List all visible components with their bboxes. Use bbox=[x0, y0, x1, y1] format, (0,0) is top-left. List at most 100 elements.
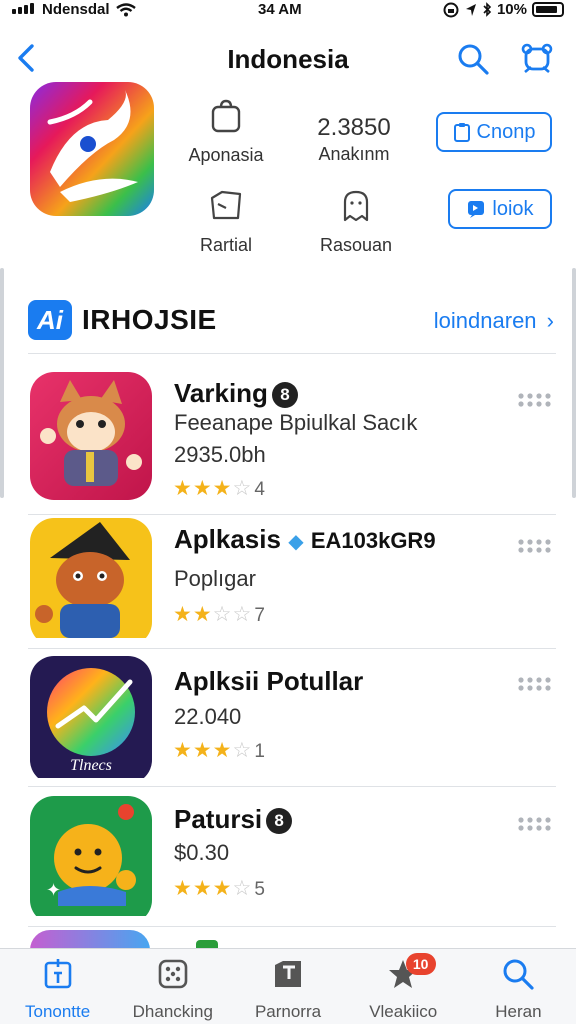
wifi-icon bbox=[115, 2, 136, 16]
more-options-icon[interactable] bbox=[518, 816, 552, 832]
more-options-icon[interactable] bbox=[518, 392, 552, 408]
app-name-text: Patursi bbox=[174, 804, 263, 834]
bag-icon bbox=[211, 99, 241, 133]
tab-bar: Tonontte Dhancking Parnorra Vleakiico 10… bbox=[0, 948, 576, 1024]
clipboard-icon bbox=[453, 123, 470, 142]
battery-icon bbox=[532, 2, 564, 17]
see-all-label: loindnaren bbox=[433, 308, 537, 333]
star-rating: ★★★☆ 1 bbox=[173, 739, 266, 762]
partial-app-icon bbox=[30, 930, 150, 950]
share-button-label: loiok bbox=[492, 197, 534, 220]
app-name-text: Aplksii Potullar bbox=[174, 666, 364, 696]
meta-downloads: 2.3850 Anakınm bbox=[304, 114, 404, 165]
rating-count: 4 bbox=[254, 479, 266, 500]
app-badge: 8 bbox=[266, 808, 293, 835]
signal-icon bbox=[12, 1, 36, 18]
app-badge: 8 bbox=[271, 382, 298, 409]
meta-rating-label: Rartial bbox=[199, 235, 252, 255]
gem-icon: ◆ bbox=[288, 531, 304, 553]
notification-badge: 10 bbox=[405, 953, 436, 975]
app-name: Varking 8 bbox=[174, 378, 298, 409]
ghost-icon bbox=[343, 190, 369, 222]
divider bbox=[28, 514, 556, 515]
app-tag: EA103kGR9 bbox=[310, 528, 436, 553]
search-icon bbox=[503, 959, 535, 990]
app-row[interactable]: Tlnecs Aplksii Potullar 22.040 ★★★☆ 1 bbox=[30, 656, 556, 786]
meta-category: Aponasia bbox=[178, 98, 274, 166]
star-rating: ★★☆☆ 7 bbox=[173, 603, 266, 626]
app-row[interactable]: Varking 8 Feeanape Bpiulkal Sacık 2935.0b… bbox=[30, 372, 556, 502]
section-logo: Ai bbox=[28, 300, 72, 340]
more-options-icon[interactable] bbox=[518, 538, 552, 554]
featured-app-icon[interactable] bbox=[30, 82, 154, 216]
app-row[interactable]: Aplkasis ◆ EA103kGR9 Poplıgar ★★☆☆ 7 bbox=[30, 518, 556, 648]
clock: 34 AM bbox=[258, 1, 302, 18]
section-header: Ai IRHOJSIE loindnaren › bbox=[28, 298, 554, 342]
divider bbox=[28, 648, 556, 649]
tab-games[interactable]: Dhancking bbox=[115, 949, 230, 1024]
status-right: 10% bbox=[442, 1, 564, 18]
location-icon bbox=[465, 3, 476, 16]
app-price: $0.30 bbox=[174, 840, 230, 865]
app-icon-rainbow[interactable]: Tlnecs bbox=[30, 656, 152, 784]
nav-bar: Indonesia bbox=[0, 30, 576, 86]
flag-icon bbox=[468, 201, 485, 218]
app-icon-witch[interactable] bbox=[30, 518, 152, 646]
bluetooth-icon bbox=[483, 2, 492, 17]
app-icon-smiley[interactable]: ✦ bbox=[30, 796, 152, 924]
tag-icon bbox=[275, 961, 301, 987]
get-button[interactable]: Cnonp bbox=[436, 112, 552, 152]
tab-apps[interactable]: Parnorra bbox=[230, 949, 345, 1024]
tab-arcade[interactable]: Vleakiico 10 bbox=[346, 949, 461, 1024]
divider bbox=[28, 786, 556, 787]
meta-category-label: Aponasia bbox=[188, 145, 264, 165]
meta-developer: Rasouan bbox=[308, 188, 404, 256]
chevron-right-icon: › bbox=[546, 308, 554, 333]
meta-downloads-label: Anakınm bbox=[318, 144, 390, 164]
carrier-name: Ndensdal bbox=[42, 1, 110, 18]
app-icon-fox[interactable] bbox=[30, 372, 152, 500]
rating-count: 7 bbox=[254, 605, 266, 626]
tab-label: Dhancking bbox=[132, 1002, 213, 1021]
carrier-group: Ndensdal bbox=[12, 1, 136, 18]
tab-label: Parnorra bbox=[254, 1002, 322, 1021]
app-price: 22.040 bbox=[174, 704, 242, 729]
app-name: Patursi 8 bbox=[174, 804, 293, 835]
tab-label: Tonontte bbox=[24, 1002, 91, 1021]
tab-label: Heran bbox=[495, 1002, 542, 1021]
meta-rating: Rartial bbox=[186, 188, 266, 256]
rating-count: 5 bbox=[254, 879, 266, 900]
star-rating: ★★★☆ 4 bbox=[173, 477, 266, 500]
tab-today[interactable]: Tonontte bbox=[0, 949, 115, 1024]
more-options-icon[interactable] bbox=[518, 676, 552, 692]
divider bbox=[28, 926, 556, 927]
tab-label: Vleakiico bbox=[369, 1002, 438, 1021]
app-subtitle: Feeanape Bpiulkal Sacık bbox=[174, 410, 418, 435]
app-subtitle: Poplıgar bbox=[174, 566, 256, 591]
see-all-link[interactable]: loindnaren › bbox=[434, 308, 554, 334]
app-name-text: Varking bbox=[174, 378, 268, 408]
app-price: 2935.0bh bbox=[174, 442, 266, 467]
right-scroll-edge bbox=[572, 268, 576, 498]
search-icon[interactable] bbox=[456, 42, 490, 76]
account-icon[interactable] bbox=[520, 42, 554, 76]
rating-count: 1 bbox=[254, 741, 266, 762]
section-title: IRHOJSIE bbox=[82, 304, 217, 335]
star-rating: ★★★☆ 5 bbox=[173, 877, 266, 900]
meta-downloads-value: 2.3850 bbox=[317, 114, 391, 141]
app-icon-wordmark: Tlnecs bbox=[70, 757, 112, 774]
share-button[interactable]: loiok bbox=[448, 189, 552, 229]
app-row[interactable]: ✦ Patursi 8 $0.30 ★★★☆ 5 bbox=[30, 796, 556, 926]
divider bbox=[28, 353, 556, 354]
today-icon bbox=[44, 959, 71, 989]
dice-icon bbox=[158, 959, 188, 989]
tab-search[interactable]: Heran bbox=[461, 949, 576, 1024]
battery-percent: 10% bbox=[496, 1, 527, 18]
app-name-text: Aplkasis bbox=[174, 524, 281, 554]
get-button-label: Cnonp bbox=[476, 120, 536, 143]
box-icon bbox=[210, 190, 242, 220]
svg-text:✦: ✦ bbox=[46, 880, 61, 901]
status-bar: Ndensdal 34 AM 10% bbox=[0, 0, 576, 22]
app-name: Aplkasis ◆ EA103kGR9 bbox=[174, 524, 436, 555]
lock-rotation-icon bbox=[443, 2, 459, 17]
